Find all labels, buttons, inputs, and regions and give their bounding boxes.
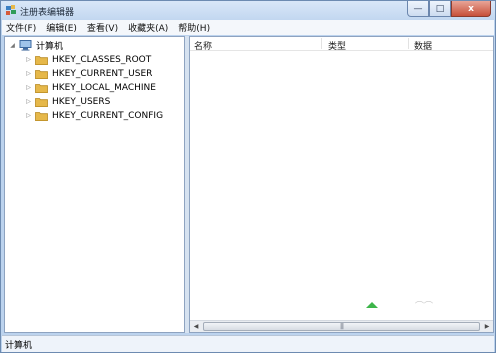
status-path: 计算机 <box>5 340 33 351</box>
window-title: 注册表编辑器 <box>20 8 75 18</box>
scroll-right-arrow-icon[interactable]: ▶ <box>481 321 493 332</box>
menu-edit[interactable]: 编辑(E) <box>46 21 77 34</box>
expand-arrow-icon[interactable]: ▷ <box>25 70 32 77</box>
column-divider[interactable] <box>408 38 409 49</box>
expand-arrow-icon[interactable]: ▷ <box>25 98 32 105</box>
minimize-button[interactable]: — <box>407 1 429 17</box>
scrollbar-grip-icon: ||| <box>339 323 344 330</box>
collapse-arrow-icon[interactable]: ◢ <box>9 42 16 49</box>
menu-view[interactable]: 查看(V) <box>87 21 118 34</box>
column-header-data[interactable]: 数据 <box>414 39 432 52</box>
green-triangle-icon <box>366 302 378 308</box>
values-list-pane[interactable]: 名称 类型 数据 ⌒⌒ ◀ ||| ▶ <box>189 36 494 333</box>
tree-item-hkcc[interactable]: ▷ HKEY_CURRENT_CONFIG <box>25 109 163 122</box>
column-header-type[interactable]: 类型 <box>328 39 346 52</box>
maximize-button[interactable]: □ <box>429 1 451 17</box>
folder-icon <box>35 97 48 107</box>
tree-item-label: HKEY_LOCAL_MACHINE <box>52 82 156 93</box>
tree-item-label: HKEY_USERS <box>52 96 111 107</box>
faint-wave-icon: ⌒⌒ <box>415 302 434 312</box>
expand-arrow-icon[interactable]: ▷ <box>25 112 32 119</box>
column-header-name[interactable]: 名称 <box>194 39 212 52</box>
title-bar[interactable]: 注册表编辑器 — □ x <box>1 1 495 20</box>
tree-item-hkcr[interactable]: ▷ HKEY_CLASSES_ROOT <box>25 53 151 66</box>
key-tree-pane[interactable]: ◢ 计算机 ▷ HKEY_CLASSES_ROOT ▷ HKEY_CURRENT… <box>4 36 185 333</box>
horizontal-scrollbar[interactable]: ◀ ||| ▶ <box>190 320 493 332</box>
column-divider[interactable] <box>321 38 322 49</box>
tree-root-label: 计算机 <box>36 42 64 52</box>
menu-bar: 文件(F) 编辑(E) 查看(V) 收藏夹(A) 帮助(H) <box>2 20 494 35</box>
expand-arrow-icon[interactable]: ▷ <box>25 84 32 91</box>
folder-icon <box>35 55 48 65</box>
menu-favorites[interactable]: 收藏夹(A) <box>128 21 168 34</box>
tree-root-computer[interactable]: ◢ 计算机 <box>9 39 63 52</box>
tree-item-hklm[interactable]: ▷ HKEY_LOCAL_MACHINE <box>25 81 156 94</box>
tree-item-label: HKEY_CURRENT_CONFIG <box>52 110 164 121</box>
close-button[interactable]: x <box>451 1 491 17</box>
folder-icon <box>35 69 48 79</box>
folder-icon <box>35 83 48 93</box>
menu-file[interactable]: 文件(F) <box>6 21 36 34</box>
scrollbar-thumb[interactable]: ||| <box>203 322 480 331</box>
expand-arrow-icon[interactable]: ▷ <box>25 56 32 63</box>
tree-item-hku[interactable]: ▷ HKEY_USERS <box>25 95 110 108</box>
status-bar: 计算机 <box>2 335 494 352</box>
folder-icon <box>35 111 48 121</box>
column-header-row: 名称 类型 数据 <box>190 37 493 52</box>
tree-item-hkcu[interactable]: ▷ HKEY_CURRENT_USER <box>25 67 152 80</box>
tree-item-label: HKEY_CURRENT_USER <box>52 68 153 79</box>
tree-item-label: HKEY_CLASSES_ROOT <box>52 54 152 65</box>
scroll-left-arrow-icon[interactable]: ◀ <box>190 321 202 332</box>
computer-icon <box>19 40 32 51</box>
regedit-app-icon <box>6 5 16 15</box>
registry-editor-window: 注册表编辑器 — □ x 文件(F) 编辑(E) 查看(V) 收藏夹(A) 帮助… <box>0 0 496 353</box>
window-controls: — □ x <box>407 1 491 18</box>
menu-help[interactable]: 帮助(H) <box>178 21 210 34</box>
